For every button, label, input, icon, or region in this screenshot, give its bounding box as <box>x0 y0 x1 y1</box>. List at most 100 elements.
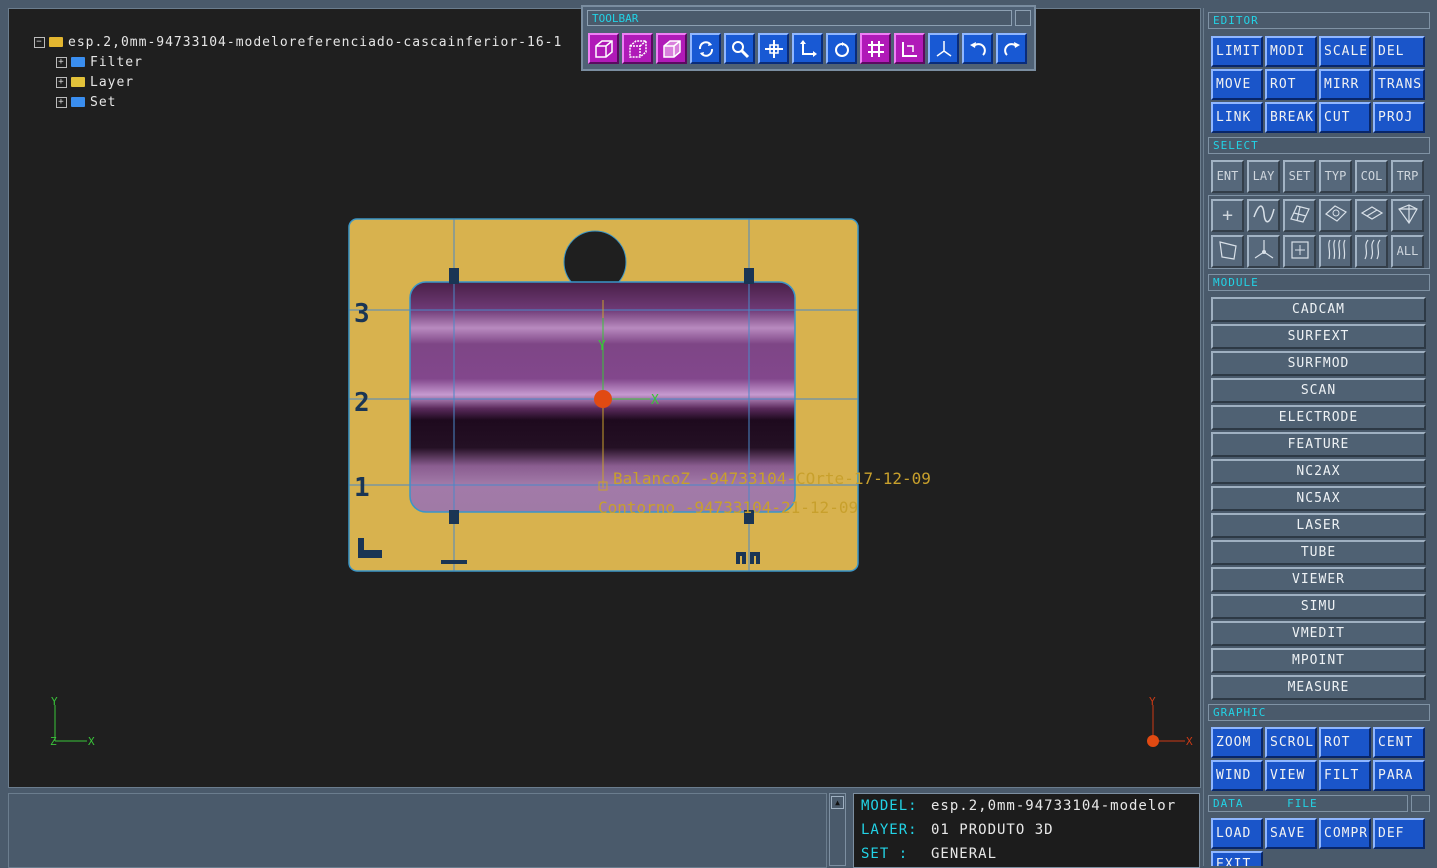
editor-del-button[interactable]: DEL <box>1373 36 1425 67</box>
cube-shaded-button[interactable] <box>656 33 687 64</box>
toolbar-window[interactable]: TOOLBAR <box>581 5 1036 71</box>
layer-value: 01 PRODUTO 3D <box>931 822 1054 838</box>
xyz-axes-icon <box>936 40 951 57</box>
command-scrollbar[interactable]: ▲ <box>829 793 846 866</box>
file-title: FILE <box>1287 797 1318 810</box>
face-select-button[interactable] <box>1211 235 1244 268</box>
editor-cut-button[interactable]: CUT <box>1319 102 1371 133</box>
axis-icon <box>1254 240 1273 259</box>
editor-trans-button[interactable]: TRANS <box>1373 69 1425 100</box>
module-scan-button[interactable]: SCAN <box>1211 378 1426 403</box>
file-def-button[interactable]: DEF <box>1373 818 1425 849</box>
graphic-section-title: GRAPHIC <box>1208 704 1430 721</box>
module-surfext-button[interactable]: SURFEXT <box>1211 324 1426 349</box>
select-lay-button[interactable]: LAY <box>1247 160 1280 193</box>
redo-button[interactable] <box>996 33 1027 64</box>
editor-limit-button[interactable]: LIMIT <box>1211 36 1263 67</box>
curve-select-button[interactable] <box>1247 199 1280 232</box>
select-typ-button[interactable]: TYP <box>1319 160 1352 193</box>
module-viewer-button[interactable]: VIEWER <box>1211 567 1426 592</box>
box-select-button[interactable] <box>1283 235 1316 268</box>
solid-icon <box>1324 205 1347 222</box>
graphic-wind-button[interactable]: WIND <box>1211 760 1263 791</box>
point-icon: + <box>1222 205 1233 226</box>
curve-icon <box>1252 205 1275 223</box>
editor-section-title: EDITOR <box>1208 12 1430 29</box>
file-compr-button[interactable]: COMPR <box>1319 818 1371 849</box>
graphic-view-button[interactable]: VIEW <box>1265 760 1317 791</box>
global-axis-right: Y X <box>1147 695 1193 748</box>
plane-select-button[interactable] <box>1355 199 1388 232</box>
module-measure-button[interactable]: MEASURE <box>1211 675 1426 700</box>
cube-wireframe-button[interactable] <box>588 33 619 64</box>
axis-system-button[interactable] <box>792 33 823 64</box>
solid-select-button[interactable] <box>1319 199 1352 232</box>
face-icon <box>1218 241 1237 260</box>
file-load-button[interactable]: LOAD <box>1211 818 1263 849</box>
model-label: MODEL: <box>861 798 918 814</box>
module-tube-button[interactable]: TUBE <box>1211 540 1426 565</box>
multi-curve-select-button[interactable] <box>1355 235 1388 268</box>
editor-move-button[interactable]: MOVE <box>1211 69 1263 100</box>
box-select-icon <box>1290 241 1309 259</box>
file-save-button[interactable]: SAVE <box>1265 818 1317 849</box>
module-vmedit-button[interactable]: VMEDIT <box>1211 621 1426 646</box>
select-col-button[interactable]: COL <box>1355 160 1388 193</box>
editor-link-button[interactable]: LINK <box>1211 102 1263 133</box>
toolbar-close-icon[interactable] <box>1015 10 1031 26</box>
point-select-button[interactable]: + <box>1211 199 1244 232</box>
graphic-para-button[interactable]: PARA <box>1373 760 1425 791</box>
command-output-area[interactable] <box>8 793 827 868</box>
module-electrode-button[interactable]: ELECTRODE <box>1211 405 1426 430</box>
undo-button[interactable] <box>962 33 993 64</box>
select-all-button[interactable]: ALL <box>1391 235 1424 268</box>
graphic-scrol-button[interactable]: SCROL <box>1265 727 1317 758</box>
axis-z-label: Z <box>50 735 57 748</box>
module-surfmod-button[interactable]: SURFMOD <box>1211 351 1426 376</box>
cad-model-drawing[interactable]: 3 2 1 X Y BalancoZ -94733104-COrte-17-12… <box>0 0 1200 790</box>
select-trp-button[interactable]: TRP <box>1391 160 1424 193</box>
status-layer-row: LAYER: 01 PRODUTO 3D <box>854 818 1199 842</box>
graphic-zoom-button[interactable]: ZOOM <box>1211 727 1263 758</box>
redraw-button[interactable] <box>826 33 857 64</box>
scroll-up-icon[interactable]: ▲ <box>831 796 844 809</box>
zoom-button[interactable] <box>724 33 755 64</box>
rotate-view-button[interactable] <box>690 33 721 64</box>
module-nc2ax-button[interactable]: NC2AX <box>1211 459 1426 484</box>
xyz-axes-button[interactable] <box>928 33 959 64</box>
module-simu-button[interactable]: SIMU <box>1211 594 1426 619</box>
body-select-button[interactable] <box>1391 199 1424 232</box>
multi-curve-icon <box>1363 239 1380 260</box>
editor-modi-button[interactable]: MODI <box>1265 36 1317 67</box>
hatch-select-button[interactable] <box>1319 235 1352 268</box>
file-exit-button[interactable]: EXIT <box>1211 851 1263 866</box>
select-ent-button[interactable]: ENT <box>1211 160 1244 193</box>
editor-proj-button[interactable]: PROJ <box>1373 102 1425 133</box>
graphic-filt-button[interactable]: FILT <box>1319 760 1371 791</box>
pan-button[interactable] <box>758 33 789 64</box>
cube-hidden-line-button[interactable] <box>622 33 653 64</box>
axis-y-label: Y <box>51 695 58 708</box>
module-feature-button[interactable]: FEATURE <box>1211 432 1426 457</box>
surface-select-button[interactable] <box>1283 199 1316 232</box>
grid-button[interactable] <box>860 33 891 64</box>
module-nc5ax-button[interactable]: NC5AX <box>1211 486 1426 511</box>
ruler-label-1: 1 <box>354 473 370 503</box>
editor-mirr-button[interactable]: MIRR <box>1319 69 1371 100</box>
module-laser-button[interactable]: LASER <box>1211 513 1426 538</box>
module-cadcam-button[interactable]: CADCAM <box>1211 297 1426 322</box>
toolbar-title[interactable]: TOOLBAR <box>587 10 1012 26</box>
module-mpoint-button[interactable]: MPOINT <box>1211 648 1426 673</box>
editor-scale-button[interactable]: SCALE <box>1319 36 1371 67</box>
status-set-row: SET : GENERAL <box>854 842 1199 866</box>
frame-icon <box>901 41 917 57</box>
axis-select-button[interactable] <box>1247 235 1280 268</box>
select-set-button[interactable]: SET <box>1283 160 1316 193</box>
data-file-toggle-icon[interactable] <box>1411 795 1430 812</box>
graphic-cent-button[interactable]: CENT <box>1373 727 1425 758</box>
frame-button[interactable] <box>894 33 925 64</box>
editor-rot-button[interactable]: ROT <box>1265 69 1317 100</box>
graphic-rot-button[interactable]: ROT <box>1319 727 1371 758</box>
axis-system-icon <box>799 39 817 57</box>
editor-break-button[interactable]: BREAK <box>1265 102 1317 133</box>
